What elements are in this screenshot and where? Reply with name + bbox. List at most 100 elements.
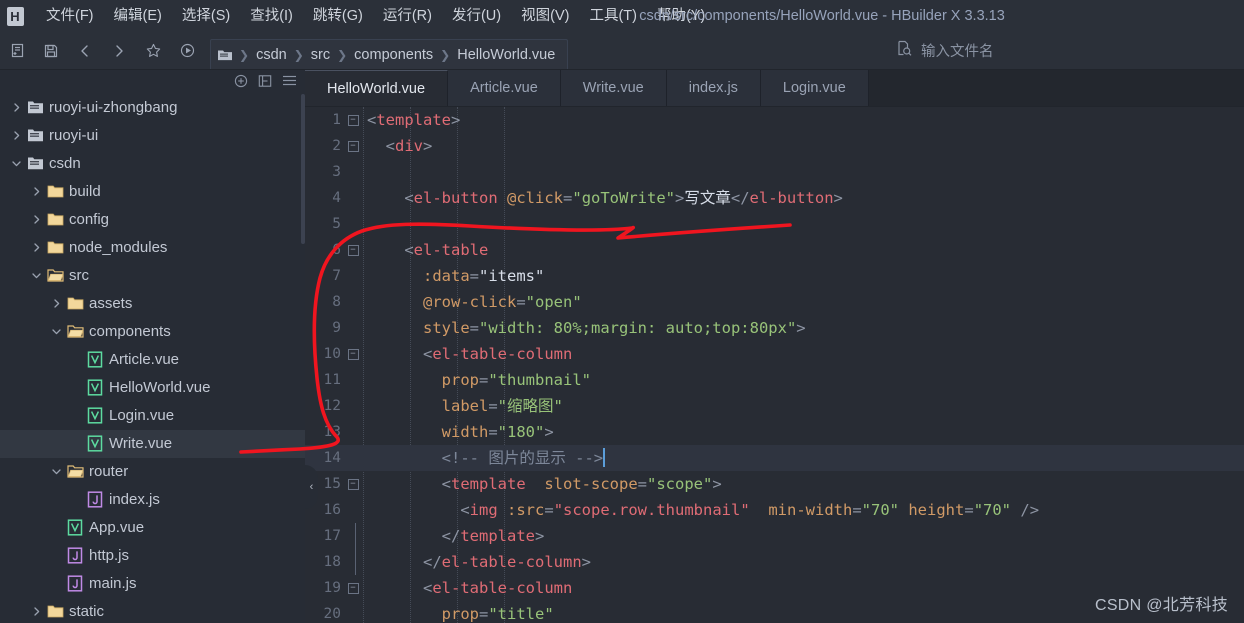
chevron-right-icon[interactable] — [28, 606, 44, 617]
code-text[interactable]: <el-table-column — [361, 341, 1244, 367]
tree-item-helloworld-vue[interactable]: HelloWorld.vue — [0, 374, 305, 402]
code-text[interactable]: width="180"> — [361, 419, 1244, 445]
tree-item-write-vue[interactable]: Write.vue — [0, 429, 305, 458]
back-arrow-icon[interactable] — [68, 36, 102, 66]
fold-collapse-icon[interactable]: − — [345, 478, 361, 490]
run-icon[interactable] — [170, 36, 204, 66]
star-icon[interactable] — [136, 36, 170, 66]
code-line[interactable]: 14 <!-- 图片的显示 --> — [305, 445, 1244, 471]
code-text[interactable]: </template> — [361, 523, 1244, 549]
tree-item-ruoyi-ui[interactable]: ruoyi-ui — [0, 122, 305, 150]
tree-item-components[interactable]: components — [0, 318, 305, 346]
chevron-right-icon[interactable] — [28, 214, 44, 225]
code-line[interactable]: 13 width="180"> — [305, 419, 1244, 445]
code-text[interactable]: <img :src="scope.row.thumbnail" min-widt… — [361, 497, 1244, 523]
menu-run[interactable]: 运行(R) — [373, 5, 442, 28]
tree-item-static[interactable]: static — [0, 598, 305, 623]
menu-hamburger-icon[interactable] — [282, 74, 297, 87]
code-text[interactable]: @row-click="open" — [361, 289, 1244, 315]
collapse-sidebar-handle[interactable]: ‹ — [305, 465, 318, 509]
tree-item-src[interactable]: src — [0, 262, 305, 290]
tree-item-assets[interactable]: assets — [0, 290, 305, 318]
chevron-right-icon[interactable] — [28, 186, 44, 197]
tree-item-config[interactable]: config — [0, 206, 305, 234]
save-icon[interactable] — [34, 36, 68, 66]
breadcrumb[interactable]: ❯ csdn ❯ src ❯ components ❯ HelloWorld.v… — [210, 39, 569, 69]
editor-tab-helloworld-vue[interactable]: HelloWorld.vue — [305, 70, 449, 106]
tree-item-http-js[interactable]: http.js — [0, 542, 305, 570]
chevron-down-icon[interactable] — [48, 466, 64, 477]
menu-file[interactable]: 文件(F) — [36, 5, 104, 28]
tree-item-article-vue[interactable]: Article.vue — [0, 346, 305, 374]
editor-tab-write-vue[interactable]: Write.vue — [560, 70, 667, 106]
code-line[interactable]: 8 @row-click="open" — [305, 289, 1244, 315]
tree-item-index-js[interactable]: index.js — [0, 486, 305, 514]
menu-goto[interactable]: 跳转(G) — [303, 5, 373, 28]
chevron-right-icon[interactable] — [8, 102, 24, 113]
code-lines[interactable]: 1− <template> 2− <div> 3 4 <el-button @click… — [305, 107, 1244, 623]
code-text[interactable]: style="width: 80%;margin: auto;top:80px"… — [361, 315, 1244, 341]
chevron-right-icon[interactable] — [8, 130, 24, 141]
tree-item-main-js[interactable]: main.js — [0, 570, 305, 598]
code-text[interactable]: :data="items" — [361, 263, 1244, 289]
fold-collapse-icon[interactable]: − — [345, 244, 361, 256]
new-file-icon[interactable] — [0, 36, 34, 66]
code-line[interactable]: 2− <div> — [305, 133, 1244, 159]
breadcrumb-segment[interactable]: csdn — [254, 47, 289, 63]
code-line[interactable]: 1− <template> — [305, 107, 1244, 133]
collapse-all-icon[interactable] — [258, 74, 272, 88]
chevron-down-icon[interactable] — [8, 158, 24, 169]
chevron-right-icon[interactable] — [48, 298, 64, 309]
fold-collapse-icon[interactable]: − — [345, 140, 361, 152]
code-line[interactable]: 18 </el-table-column> — [305, 549, 1244, 575]
code-text[interactable]: <div> — [361, 133, 1244, 159]
tree-item-build[interactable]: build — [0, 178, 305, 206]
code-line[interactable]: 12 label="缩略图" — [305, 393, 1244, 419]
menu-find[interactable]: 查找(I) — [240, 5, 303, 28]
tree-item-ruoyi-ui-zhongbang[interactable]: ruoyi-ui-zhongbang — [0, 94, 305, 122]
code-line[interactable]: 4 <el-button @click="goToWrite">写文章</el-… — [305, 185, 1244, 211]
menu-help[interactable]: 帮助(Y) — [647, 5, 715, 28]
code-line[interactable]: 10− <el-table-column — [305, 341, 1244, 367]
tree-item-csdn[interactable]: csdn — [0, 150, 305, 178]
breadcrumb-segment[interactable]: components — [352, 47, 435, 63]
breadcrumb-segment[interactable]: HelloWorld.vue — [455, 47, 557, 63]
tree-item-app-vue[interactable]: App.vue — [0, 514, 305, 542]
tree-item-login-vue[interactable]: Login.vue — [0, 402, 305, 430]
code-text[interactable]: <!-- 图片的显示 --> — [361, 445, 1244, 471]
menu-edit[interactable]: 编辑(E) — [104, 5, 172, 28]
code-text[interactable]: <template> — [361, 107, 1244, 133]
code-line[interactable]: 5 — [305, 211, 1244, 237]
code-text[interactable]: label="缩略图" — [361, 393, 1244, 419]
fold-collapse-icon[interactable]: − — [345, 348, 361, 360]
chevron-right-icon[interactable] — [28, 242, 44, 253]
tree-item-node-modules[interactable]: node_modules — [0, 234, 305, 262]
code-line[interactable]: 17 </template> — [305, 523, 1244, 549]
code-text[interactable]: <el-table — [361, 237, 1244, 263]
code-line[interactable]: 7 :data="items" — [305, 263, 1244, 289]
breadcrumb-segment[interactable]: src — [309, 47, 332, 63]
menu-view[interactable]: 视图(V) — [511, 5, 579, 28]
code-line[interactable]: 6− <el-table — [305, 237, 1244, 263]
editor-tab-index-js[interactable]: index.js — [666, 70, 761, 106]
code-line[interactable]: 3 — [305, 159, 1244, 185]
code-line[interactable]: 9 style="width: 80%;margin: auto;top:80p… — [305, 315, 1244, 341]
tree-item-router[interactable]: router — [0, 458, 305, 486]
chevron-down-icon[interactable] — [28, 270, 44, 281]
code-line[interactable]: 16 <img :src="scope.row.thumbnail" min-w… — [305, 497, 1244, 523]
code-text[interactable]: <el-button @click="goToWrite">写文章</el-bu… — [361, 185, 1244, 211]
editor-tab-login-vue[interactable]: Login.vue — [760, 70, 869, 106]
add-project-icon[interactable] — [234, 74, 248, 88]
menu-tools[interactable]: 工具(T) — [579, 5, 647, 28]
code-text[interactable]: </el-table-column> — [361, 549, 1244, 575]
forward-arrow-icon[interactable] — [102, 36, 136, 66]
code-line[interactable]: 15− <template slot-scope="scope"> — [305, 471, 1244, 497]
file-search[interactable]: 输入文件名 — [895, 39, 994, 62]
chevron-down-icon[interactable] — [48, 326, 64, 337]
code-line[interactable]: 11 prop="thumbnail" — [305, 367, 1244, 393]
editor-tab-article-vue[interactable]: Article.vue — [448, 70, 561, 106]
code-text[interactable]: <template slot-scope="scope"> — [361, 471, 1244, 497]
menu-publish[interactable]: 发行(U) — [442, 5, 511, 28]
code-area[interactable]: 1− <template> 2− <div> 3 4 <el-button @click… — [305, 107, 1244, 623]
menu-select[interactable]: 选择(S) — [172, 5, 240, 28]
